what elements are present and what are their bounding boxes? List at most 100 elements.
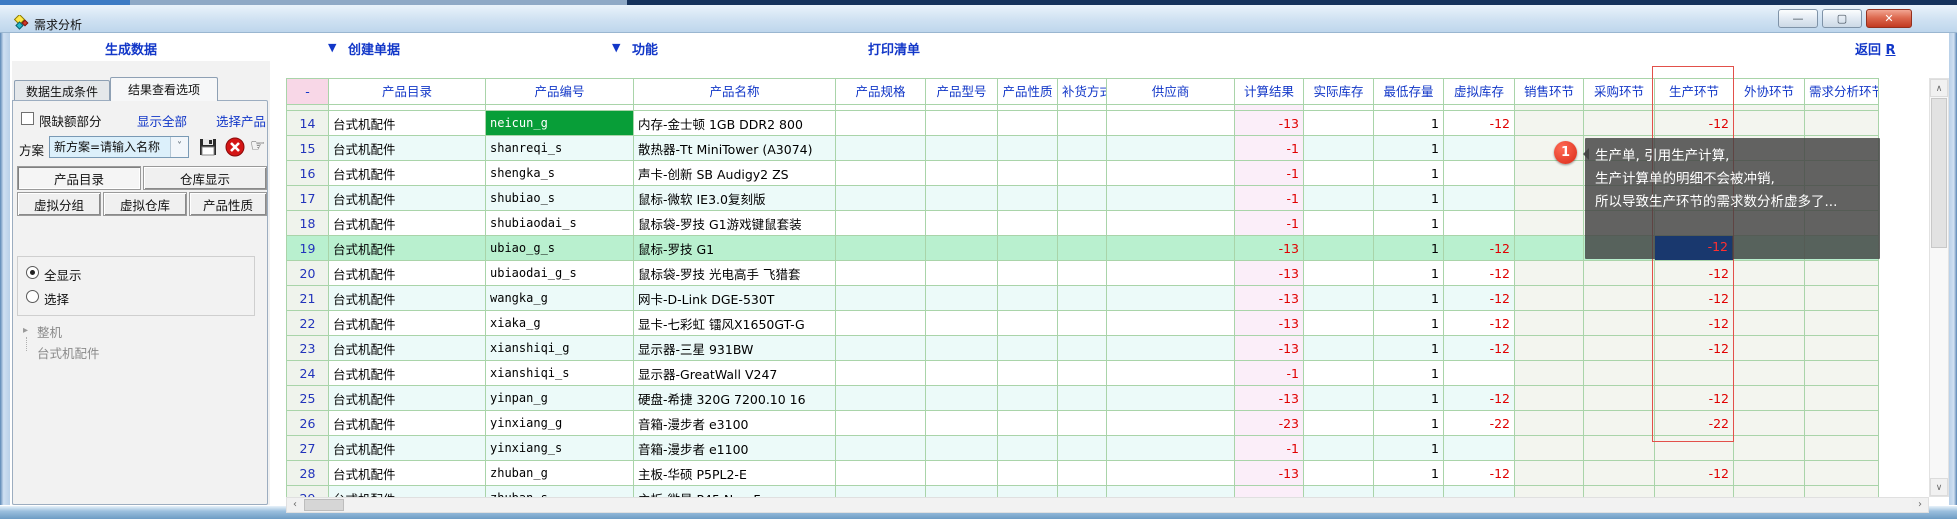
cell-outsource[interactable] (1734, 461, 1805, 486)
title-bar[interactable]: 需求分析 (0, 5, 1957, 33)
virtual-warehouse-button[interactable]: 虚拟仓库 (103, 192, 187, 216)
cell-purchase[interactable] (1584, 461, 1655, 486)
cell-spec[interactable] (836, 161, 926, 186)
cell-num[interactable]: 19 (287, 236, 329, 261)
cell-min[interactable]: 1 (1374, 161, 1444, 186)
cell-sale[interactable] (1515, 111, 1584, 136)
cell-name[interactable]: 显卡-七彩虹 镭风X1650GT-G (634, 311, 836, 336)
cell-supplier[interactable] (1107, 286, 1235, 311)
cell-num[interactable]: 29 (287, 486, 329, 498)
cell-catalog[interactable]: 台式机配件 (329, 311, 486, 336)
cell-spec[interactable] (836, 136, 926, 161)
cell-model[interactable] (926, 311, 998, 336)
cell-catalog[interactable]: 台式机配件 (329, 411, 486, 436)
cell-catalog[interactable]: 台式机配件 (329, 286, 486, 311)
cell-min[interactable]: 1 (1374, 411, 1444, 436)
cell-catalog[interactable]: 台式机配件 (329, 436, 486, 461)
warehouse-display-button[interactable]: 仓库显示 (143, 166, 267, 190)
cell-spec[interactable] (836, 361, 926, 386)
cell-calc[interactable]: -13 (1235, 386, 1304, 411)
cell-outsource[interactable] (1734, 111, 1805, 136)
cell-model[interactable] (926, 411, 998, 436)
cell-actual[interactable] (1304, 161, 1374, 186)
table-row[interactable]: 27台式机配件yinxiang_s音箱-漫步者 e1100-11 (287, 436, 1879, 461)
tree-expand-icon[interactable]: ▸ (23, 325, 28, 336)
cell-outsource[interactable] (1734, 261, 1805, 286)
cell-name[interactable]: 鼠标-罗技 G1 (634, 236, 836, 261)
cell-sale[interactable] (1515, 311, 1584, 336)
tab-result-options[interactable]: 结果查看选项 (110, 77, 218, 101)
cell-production[interactable]: -12 (1655, 461, 1734, 486)
cell-model[interactable] (926, 461, 998, 486)
cell-model[interactable] (926, 211, 998, 236)
tree-item-desktop-parts[interactable]: 台式机配件 (37, 343, 100, 362)
cell-virtual[interactable] (1444, 361, 1515, 386)
cell-supplier[interactable] (1107, 261, 1235, 286)
cell-nature[interactable] (998, 486, 1058, 498)
show-all-link[interactable]: 显示全部 (137, 111, 187, 130)
cell-sale[interactable] (1515, 411, 1584, 436)
cell-calc[interactable]: -1 (1235, 186, 1304, 211)
cell-demand[interactable] (1805, 486, 1879, 498)
plan-combobox[interactable]: 新方案=请输入名称 ˅ (49, 136, 189, 158)
cell-actual[interactable] (1304, 461, 1374, 486)
cell-supplier[interactable] (1107, 486, 1235, 498)
cell-model[interactable] (926, 436, 998, 461)
cell-virtual[interactable]: -12 (1444, 311, 1515, 336)
cell-code[interactable]: shubiao_s (486, 186, 634, 211)
cell-name[interactable]: 音箱-漫步者 e1100 (634, 436, 836, 461)
cell-actual[interactable] (1304, 361, 1374, 386)
cell-replenish[interactable] (1058, 386, 1107, 411)
cell-replenish[interactable] (1058, 161, 1107, 186)
minimize-button[interactable]: — (1778, 9, 1818, 28)
cell-outsource[interactable] (1734, 486, 1805, 498)
cell-min[interactable]: 1 (1374, 436, 1444, 461)
cell-name[interactable]: 散热器-Tt MiniTower (A3074) (634, 136, 836, 161)
cell-name[interactable]: 内存-金士顿 1GB DDR2 800 (634, 111, 836, 136)
cell-purchase[interactable] (1584, 411, 1655, 436)
cell-min[interactable]: 1 (1374, 336, 1444, 361)
cell-purchase[interactable] (1584, 261, 1655, 286)
cell-actual[interactable] (1304, 186, 1374, 211)
cell-actual[interactable] (1304, 311, 1374, 336)
cell-nature[interactable] (998, 461, 1058, 486)
cell-calc[interactable]: -1 (1235, 436, 1304, 461)
cell-sale[interactable] (1515, 436, 1584, 461)
cell-sale[interactable] (1515, 286, 1584, 311)
cell-spec[interactable] (836, 386, 926, 411)
cell-code[interactable]: yinpan_g (486, 386, 634, 411)
cell-catalog[interactable]: 台式机配件 (329, 486, 486, 498)
cell-spec[interactable] (836, 336, 926, 361)
cell-replenish[interactable] (1058, 486, 1107, 498)
cell-catalog[interactable]: 台式机配件 (329, 236, 486, 261)
cell-name[interactable]: 显示器-GreatWall V247 (634, 361, 836, 386)
cell-demand[interactable] (1805, 111, 1879, 136)
table-row[interactable]: 28台式机配件zhuban_g主板-华硕 P5PL2-E-131-12-12 (287, 461, 1879, 486)
cell-calc[interactable]: -13 (1235, 261, 1304, 286)
cell-model[interactable] (926, 486, 998, 498)
cell-outsource[interactable] (1734, 436, 1805, 461)
cell-demand[interactable] (1805, 411, 1879, 436)
cell-nature[interactable] (998, 111, 1058, 136)
cell-catalog[interactable]: 台式机配件 (329, 361, 486, 386)
cell-num[interactable]: 14 (287, 111, 329, 136)
cell-purchase[interactable] (1584, 361, 1655, 386)
cell-model[interactable] (926, 161, 998, 186)
cell-spec[interactable] (836, 311, 926, 336)
cell-sale[interactable] (1515, 161, 1584, 186)
cell-sale[interactable] (1515, 361, 1584, 386)
cell-nature[interactable] (998, 311, 1058, 336)
table-row[interactable]: 23台式机配件xianshiqi_g显示器-三星 931BW-131-12-12 (287, 336, 1879, 361)
cell-model[interactable] (926, 186, 998, 211)
cell-replenish[interactable] (1058, 461, 1107, 486)
cell-demand[interactable] (1805, 336, 1879, 361)
cell-min[interactable]: 1 (1374, 286, 1444, 311)
table-row[interactable]: 25台式机配件yinpan_g硬盘-希捷 320G 7200.10 16-131… (287, 386, 1879, 411)
product-nature-button[interactable]: 产品性质 (189, 192, 267, 216)
cell-supplier[interactable] (1107, 311, 1235, 336)
cell-min[interactable]: 1 (1374, 136, 1444, 161)
table-row[interactable]: 24台式机配件xianshiqi_s显示器-GreatWall V247-11 (287, 361, 1879, 386)
cell-nature[interactable] (998, 411, 1058, 436)
cell-purchase[interactable] (1584, 311, 1655, 336)
cell-spec[interactable] (836, 411, 926, 436)
